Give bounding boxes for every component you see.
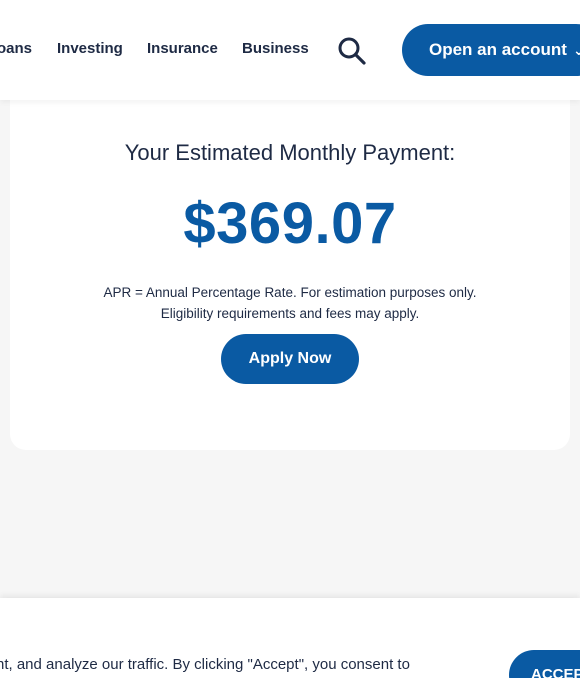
- payment-amount: $369.07: [183, 191, 397, 256]
- cookie-banner: nt, and analyze our traffic. By clicking…: [0, 598, 580, 678]
- disclaimer-line-2: Eligibility requirements and fees may ap…: [160, 306, 420, 321]
- payment-disclaimer: APR = Annual Percentage Rate. For estima…: [0, 282, 580, 324]
- nav-loans[interactable]: oans: [0, 40, 32, 57]
- open-account-label: Open an account: [429, 40, 567, 59]
- disclaimer-line-1: APR = Annual Percentage Rate. For estima…: [103, 285, 477, 300]
- cookie-text: nt, and analyze our traffic. By clicking…: [0, 656, 410, 673]
- open-account-button[interactable]: Open an account ⌄: [402, 24, 580, 76]
- accept-cookies-button[interactable]: ACCEPT: [509, 650, 580, 678]
- search-icon[interactable]: [336, 36, 368, 66]
- nav-insurance[interactable]: Insurance: [147, 40, 218, 57]
- payment-card: [10, 70, 570, 450]
- nav-business[interactable]: Business: [242, 40, 309, 57]
- site-header: oans Investing Insurance Business Open a…: [0, 0, 580, 100]
- apply-now-button[interactable]: Apply Now: [221, 334, 359, 384]
- chevron-down-icon: ⌄: [573, 42, 580, 58]
- nav-investing[interactable]: Investing: [57, 40, 123, 57]
- page: oans Investing Insurance Business Open a…: [0, 0, 580, 678]
- payment-title: Your Estimated Monthly Payment:: [124, 140, 456, 165]
